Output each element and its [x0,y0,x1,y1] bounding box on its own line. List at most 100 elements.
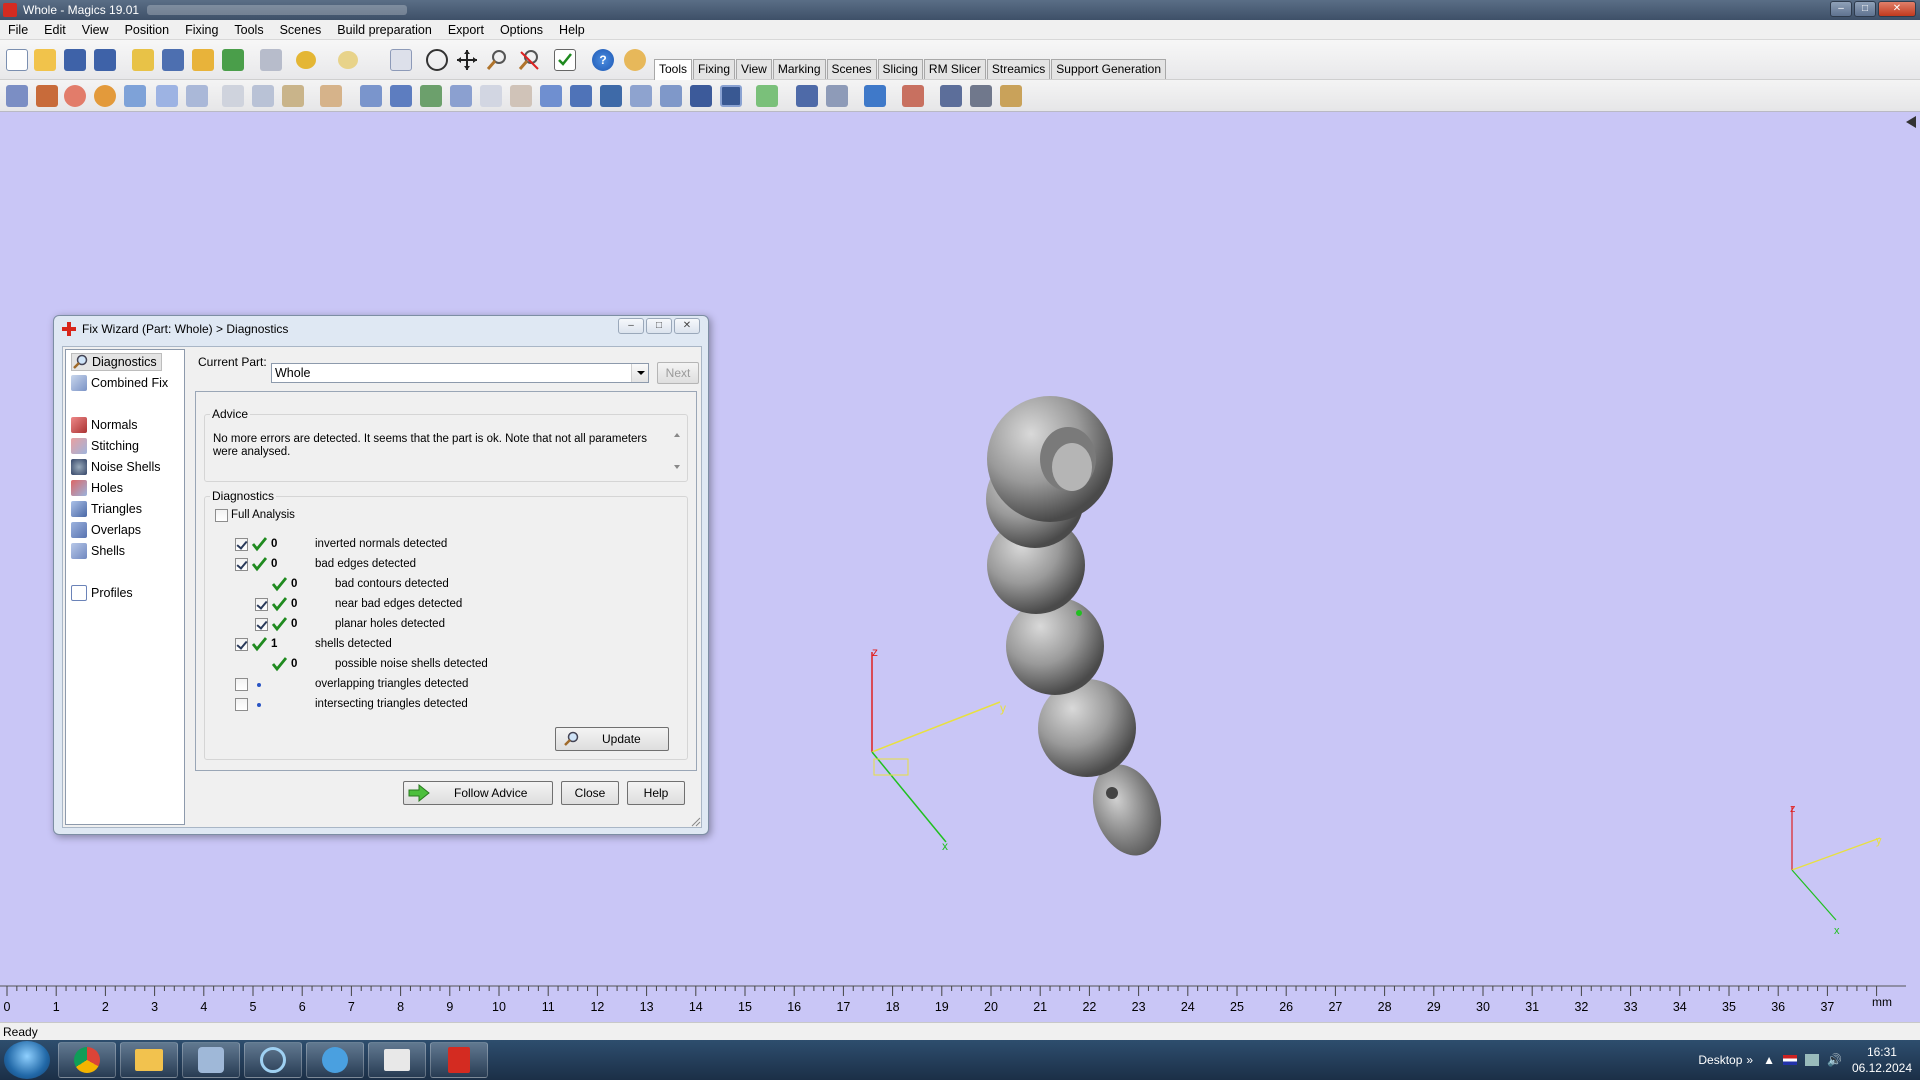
tool-15-icon[interactable] [480,85,502,107]
nav-overlaps[interactable]: Overlaps [71,521,141,539]
save-as-icon[interactable] [94,49,116,71]
full-analysis-checkbox[interactable] [215,509,228,522]
tab-view[interactable]: View [736,59,772,79]
nav-stitching[interactable]: Stitching [71,437,139,455]
nav-diagnostics[interactable]: Diagnostics [71,353,162,371]
tool-25-icon[interactable] [796,85,818,107]
taskbar-chrome[interactable] [58,1042,116,1078]
tab-scenes[interactable]: Scenes [826,59,877,79]
volume-icon[interactable]: 🔊 [1827,1053,1842,1067]
menu-scenes[interactable]: Scenes [272,20,330,40]
unload-part-icon[interactable] [222,49,244,71]
save-icon[interactable] [64,49,86,71]
rotate-part-icon[interactable] [64,85,86,107]
nav-noise-shells[interactable]: Noise Shells [71,458,160,476]
translate-icon[interactable] [6,85,28,107]
scroll-down-icon[interactable] [674,465,680,469]
menu-build-preparation[interactable]: Build preparation [329,20,440,40]
nav-normals[interactable]: Normals [71,416,138,434]
taskbar-app-5[interactable] [306,1042,364,1078]
dialog-maximize-button[interactable]: □ [646,318,672,334]
resize-grip-icon[interactable] [691,817,701,827]
nav-triangles[interactable]: Triangles [71,500,142,518]
help-button[interactable]: Help [627,781,685,805]
tool-26-icon[interactable] [826,85,848,107]
pan-view-icon[interactable] [456,49,478,71]
context-help-icon[interactable] [624,49,646,71]
tool-24-icon[interactable] [756,85,778,107]
close-button[interactable]: Close [561,781,619,805]
tool-28-icon[interactable] [902,85,924,107]
tab-streamics[interactable]: Streamics [986,59,1051,79]
menu-export[interactable]: Export [440,20,492,40]
chevron-down-icon[interactable] [631,364,648,382]
tool-19-icon[interactable] [600,85,622,107]
desktop-toolbar-label[interactable]: Desktop [1698,1053,1742,1067]
load-scene-icon[interactable] [192,49,214,71]
nav-combined-fix[interactable]: Combined Fix [71,374,168,392]
taskbar-magics[interactable] [430,1042,488,1078]
maximize-button[interactable]: □ [1854,1,1876,17]
menu-file[interactable]: File [0,20,36,40]
save-part-icon[interactable] [162,49,184,71]
tab-tools[interactable]: Tools [654,59,693,80]
undo-icon[interactable] [296,51,316,69]
taskbar-paint[interactable] [182,1042,240,1078]
scale-icon[interactable] [124,85,146,107]
tool-30-icon[interactable] [970,85,992,107]
merge-icon[interactable] [282,85,304,107]
taskbar-app-4[interactable] [244,1042,302,1078]
checklist-icon[interactable] [554,49,576,71]
nav-shells[interactable]: Shells [71,542,125,560]
tool-23-icon[interactable] [720,85,742,107]
bad-edges-checkbox[interactable] [235,558,248,571]
network-icon[interactable] [1804,1054,1819,1066]
menu-edit[interactable]: Edit [36,20,74,40]
help-icon[interactable]: ? [592,49,614,71]
rotate-default-icon[interactable] [94,85,116,107]
current-part-select[interactable]: Whole [271,363,649,383]
zoom-icon[interactable] [486,49,508,71]
tool-18-icon[interactable] [570,85,592,107]
language-flag-icon[interactable] [1782,1055,1797,1065]
select-part-icon[interactable] [390,49,412,71]
tab-marking[interactable]: Marking [772,59,826,79]
mirror-icon[interactable] [156,85,178,107]
tab-fixing[interactable]: Fixing [693,59,736,79]
clock[interactable]: 16:31 06.12.2024 [1852,1044,1912,1076]
tool-29-icon[interactable] [940,85,962,107]
minimize-button[interactable]: – [1830,1,1852,17]
tool-31-icon[interactable] [1000,85,1022,107]
tool-12-icon[interactable] [390,85,412,107]
translate-default-icon[interactable] [36,85,58,107]
planar-holes-checkbox[interactable] [255,618,268,631]
cut-icon[interactable] [222,85,244,107]
overlapping-triangles-checkbox[interactable] [235,678,248,691]
near-bad-edges-checkbox[interactable] [255,598,268,611]
tool-11-icon[interactable] [360,85,382,107]
tool-21-icon[interactable] [660,85,682,107]
hand-tool-icon[interactable] [320,85,342,107]
advice-scrollbar[interactable] [671,429,683,473]
follow-advice-button[interactable]: Follow Advice [403,781,553,805]
tab-rm-slicer[interactable]: RM Slicer [923,59,986,79]
tool-20-icon[interactable] [630,85,652,107]
next-button[interactable]: Next [657,362,699,384]
menu-help[interactable]: Help [551,20,593,40]
tool-13-icon[interactable] [420,85,442,107]
zoom-window-icon[interactable] [518,49,540,71]
close-window-button[interactable]: ✕ [1878,1,1916,17]
inverted-normals-checkbox[interactable] [235,538,248,551]
tool-22-icon[interactable] [690,85,712,107]
nav-profiles[interactable]: Profiles [71,584,133,602]
start-button[interactable] [4,1041,50,1079]
dialog-minimize-button[interactable]: – [618,318,644,334]
duplicate-icon[interactable] [186,85,208,107]
intersecting-triangles-checkbox[interactable] [235,698,248,711]
tool-27-icon[interactable] [864,85,886,107]
menu-tools[interactable]: Tools [226,20,271,40]
update-button[interactable]: Update [555,727,669,751]
tray-expand-icon[interactable]: ▲ [1763,1053,1775,1067]
tab-support-generation[interactable]: Support Generation [1051,59,1167,79]
redo-icon[interactable] [338,51,358,69]
